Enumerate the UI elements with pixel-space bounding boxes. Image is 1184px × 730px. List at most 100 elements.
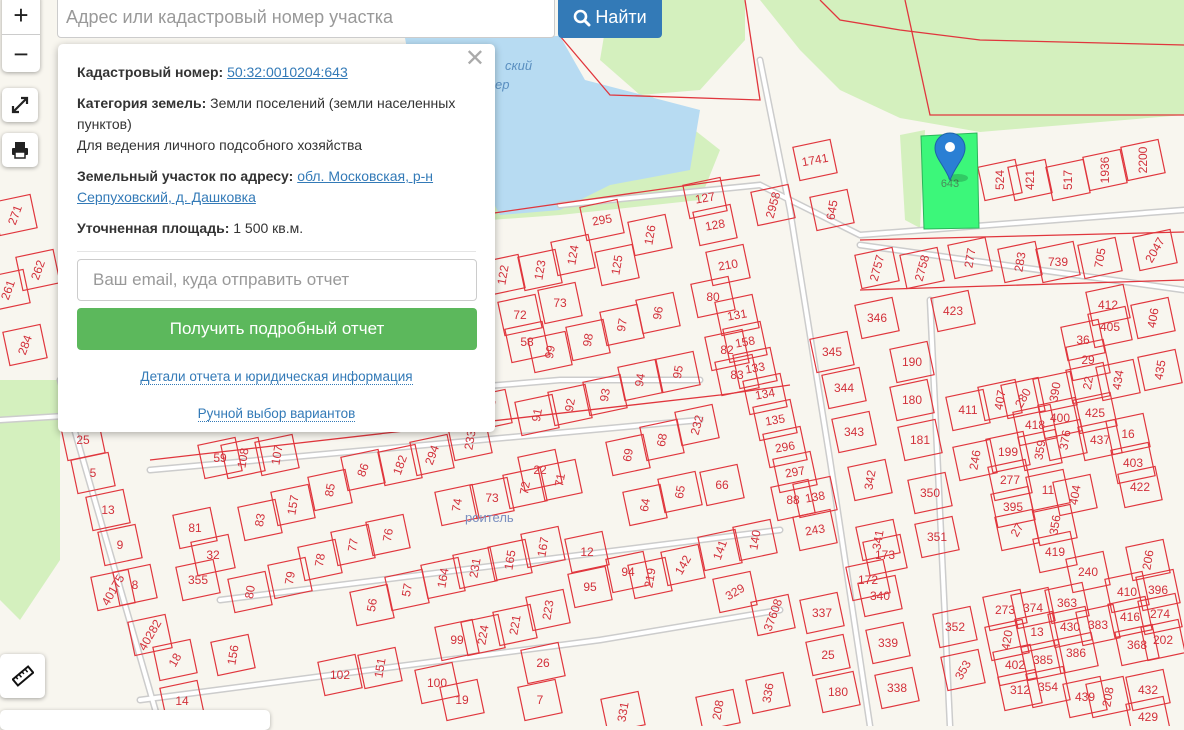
parcel-label: 94: [621, 565, 635, 579]
divider: [77, 251, 476, 252]
parcel-label: 190: [902, 355, 922, 369]
parcel-label: 429: [1138, 710, 1158, 724]
get-report-button[interactable]: Получить подробный отчет: [77, 308, 477, 350]
parcel-label: 72: [517, 480, 533, 496]
parcel-label: 81: [188, 521, 202, 535]
parcel-label: 100: [427, 676, 447, 690]
parcel-label: 422: [1130, 480, 1150, 494]
parcel-label: 419: [1045, 545, 1065, 559]
print-button[interactable]: [2, 133, 38, 167]
email-input[interactable]: [77, 259, 477, 301]
measure-button[interactable]: [0, 654, 45, 698]
parcel-label: 12: [580, 545, 594, 559]
parcel-label: 374: [1023, 601, 1043, 615]
zoom-out-button[interactable]: −: [2, 35, 40, 73]
parcel-label: 95: [583, 580, 597, 594]
parcel-label: 430: [1060, 620, 1080, 634]
parcel-label: 338: [887, 681, 907, 695]
parcel-label: 385: [1033, 653, 1053, 667]
parcel-label: 73: [485, 491, 499, 505]
parcel-label: 352: [945, 620, 965, 634]
parcel-label: 9: [117, 538, 124, 552]
ruler-icon: [11, 665, 34, 687]
close-icon[interactable]: ✕: [465, 47, 485, 71]
parcel-label: 77: [345, 537, 361, 553]
parcel-label: 98: [580, 332, 596, 348]
parcel-label: 277: [1000, 473, 1020, 487]
manual-link-wrap: Ручной выбор вариантов: [77, 403, 476, 424]
search-button[interactable]: Найти: [558, 0, 662, 38]
parcel-label: 180: [902, 393, 922, 407]
parcel-label: 99: [450, 633, 464, 647]
parcel-label: 97: [614, 317, 630, 333]
parcel-label: 411: [958, 403, 977, 417]
search-icon: [574, 9, 591, 26]
parcel-label: 354: [1038, 680, 1058, 694]
parcel-label: 56: [364, 597, 380, 613]
parcel-label: 405: [1100, 320, 1120, 334]
parcel-label: 83: [252, 512, 268, 528]
parcel-label: 13: [1030, 625, 1044, 639]
report-details-link[interactable]: Детали отчета и юридическая информация: [140, 369, 413, 385]
parcel-label: 59: [213, 451, 227, 465]
parcel-label: 91: [529, 407, 545, 423]
parcel-label: 2200: [1136, 146, 1150, 173]
parcel-label: 7: [537, 693, 544, 707]
parcel-label: 739: [1048, 255, 1068, 269]
parcel-label: 11: [1042, 483, 1055, 497]
parcel-label: 64: [637, 497, 653, 513]
zoom-in-button[interactable]: +: [2, 0, 40, 35]
parcel-label: 403: [1123, 456, 1143, 470]
parcel-label: 14: [175, 694, 189, 708]
parcel-label: 25: [821, 648, 835, 662]
parcel-label: 180: [828, 685, 848, 699]
parcel-label: 22: [1080, 375, 1096, 391]
parcel-label: 240: [1078, 565, 1098, 579]
parcel-label: 95: [670, 364, 686, 380]
parcel-label: 80: [242, 584, 258, 600]
parcel-label: 82: [720, 343, 734, 357]
parcel-label: 94: [632, 372, 648, 388]
parcel-label: 425: [1085, 406, 1105, 420]
print-icon: [12, 142, 28, 159]
parcel-label: 66: [715, 478, 729, 492]
fullscreen-button[interactable]: [2, 88, 38, 122]
parcel-label: 343: [844, 425, 864, 439]
parcel-label: 93: [597, 387, 613, 403]
usage-value: Для ведения личного подсобного хозяйства: [77, 137, 363, 153]
parcel-label: 172: [858, 573, 878, 587]
area-value: 1 500 кв.м.: [233, 220, 304, 236]
manual-selection-link[interactable]: Ручной выбор вариантов: [197, 406, 356, 422]
parcel-label: 421: [1023, 170, 1037, 190]
parcel-label: 344: [834, 381, 854, 395]
parcel-label: 437: [1090, 433, 1110, 447]
parcel-label: 273: [995, 603, 1015, 617]
parcel-label: 73: [553, 296, 567, 310]
parcel-label: 410: [1117, 585, 1137, 599]
parcel-label: 423: [943, 304, 963, 318]
parcel-label: 202: [1153, 633, 1173, 647]
parcel-label: 16: [1121, 427, 1135, 441]
parcel-label: 339: [878, 636, 898, 650]
parcel-label: 383: [1088, 618, 1108, 632]
parcel-label: 402: [1005, 658, 1025, 672]
parcel-label: 351: [927, 530, 947, 544]
cadastral-label: Кадастровый номер:: [77, 64, 224, 80]
parcel-label: 386: [1066, 646, 1086, 660]
expand-icon: [11, 96, 29, 114]
search-input[interactable]: [57, 0, 555, 38]
parcel-label: 19: [455, 693, 469, 707]
parcel-label: 57: [399, 582, 415, 598]
parcel-label: 400: [1050, 411, 1070, 425]
parcel-label: 274: [1150, 607, 1170, 621]
details-link-wrap: Детали отчета и юридическая информация: [77, 366, 476, 387]
parcel-label: 416: [1120, 610, 1140, 624]
parcel-label: 92: [562, 397, 578, 413]
parcel-info-popup: ✕ Кадастровый номер: 50:32:0010204:643 К…: [58, 44, 495, 432]
parcel-label: 58: [520, 335, 534, 349]
cadastral-number-link[interactable]: 50:32:0010204:643: [227, 64, 348, 80]
lake-label: ский: [505, 58, 532, 73]
parcel-label: 76: [380, 527, 396, 543]
parcel-label: 199: [998, 445, 1018, 459]
parcel-label: 5: [90, 466, 97, 480]
